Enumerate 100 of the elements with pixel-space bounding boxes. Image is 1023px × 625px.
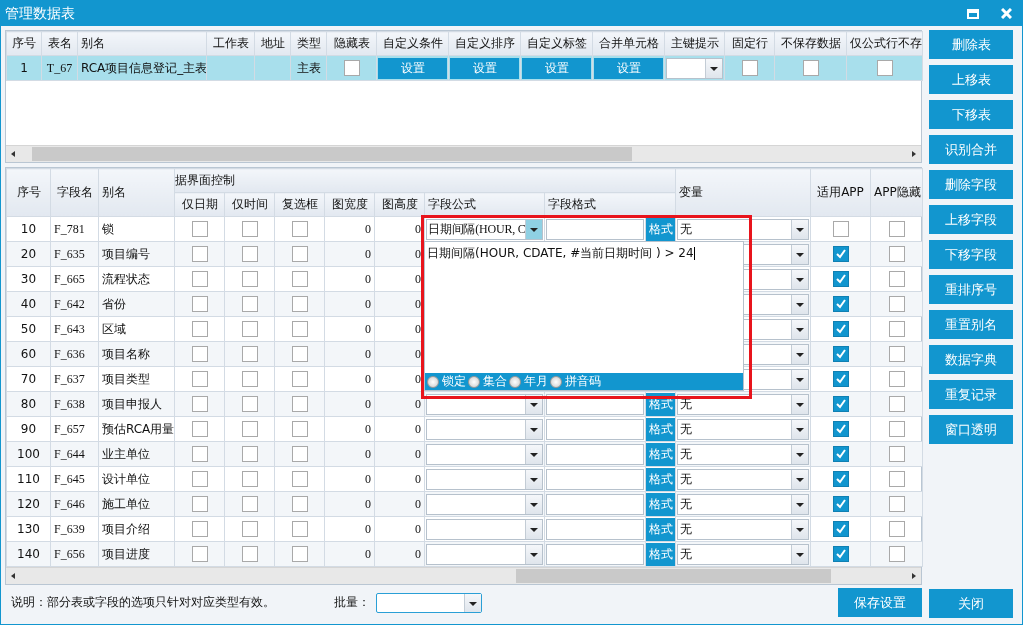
checkbox[interactable] <box>888 321 905 337</box>
format-field[interactable] <box>546 543 644 565</box>
checkbox[interactable] <box>291 396 308 412</box>
checkbox[interactable] <box>888 221 905 237</box>
checkbox[interactable] <box>191 521 208 537</box>
format-field[interactable] <box>546 493 644 515</box>
checkbox[interactable] <box>832 346 849 362</box>
checkbox[interactable] <box>888 546 905 562</box>
checkbox[interactable] <box>876 60 893 76</box>
save-button[interactable]: 保存设置 <box>838 588 922 617</box>
checkbox[interactable] <box>832 221 849 237</box>
checkbox[interactable] <box>191 246 208 262</box>
checkbox[interactable] <box>888 296 905 312</box>
checkbox[interactable] <box>291 496 308 512</box>
side-button[interactable]: 下移表 <box>929 100 1013 129</box>
checkbox[interactable] <box>888 396 905 412</box>
radio-option[interactable]: 集合 <box>468 373 507 390</box>
side-button[interactable]: 上移字段 <box>929 205 1013 234</box>
checkbox[interactable] <box>832 271 849 287</box>
close-button[interactable]: 关闭 <box>929 589 1013 618</box>
variable-dropdown[interactable]: 无 <box>677 393 809 415</box>
checkbox[interactable] <box>888 421 905 437</box>
checkbox[interactable] <box>832 321 849 337</box>
checkbox[interactable] <box>241 471 258 487</box>
checkbox[interactable] <box>343 60 360 76</box>
checkbox[interactable] <box>832 296 849 312</box>
side-button[interactable]: 数据字典 <box>929 345 1013 374</box>
checkbox[interactable] <box>291 546 308 562</box>
checkbox[interactable] <box>191 271 208 287</box>
checkbox[interactable] <box>291 221 308 237</box>
format-button[interactable]: 格式 <box>646 517 675 541</box>
checkbox[interactable] <box>888 371 905 387</box>
side-button[interactable]: 上移表 <box>929 65 1013 94</box>
checkbox[interactable] <box>191 371 208 387</box>
format-field[interactable] <box>546 418 644 440</box>
side-button[interactable]: 删除字段 <box>929 170 1013 199</box>
checkbox[interactable] <box>832 371 849 387</box>
checkbox[interactable] <box>291 346 308 362</box>
checkbox[interactable] <box>191 546 208 562</box>
checkbox[interactable] <box>191 321 208 337</box>
checkbox[interactable] <box>241 296 258 312</box>
horizontal-scrollbar[interactable] <box>6 145 921 162</box>
variable-dropdown[interactable]: 无 <box>677 493 809 515</box>
horizontal-scrollbar[interactable] <box>6 567 921 584</box>
checkbox[interactable] <box>291 446 308 462</box>
checkbox[interactable] <box>888 446 905 462</box>
checkbox[interactable] <box>241 546 258 562</box>
formula-dropdown[interactable] <box>426 393 543 415</box>
side-button[interactable]: 识别合并 <box>929 135 1013 164</box>
checkbox[interactable] <box>291 471 308 487</box>
settings-button[interactable]: 设置 <box>594 57 663 79</box>
format-button[interactable]: 格式 <box>646 417 675 441</box>
checkbox[interactable] <box>191 346 208 362</box>
format-field[interactable] <box>546 218 644 240</box>
batch-dropdown[interactable] <box>376 592 482 613</box>
checkbox[interactable] <box>291 421 308 437</box>
checkbox[interactable] <box>241 421 258 437</box>
variable-dropdown[interactable]: 无 <box>677 543 809 565</box>
checkbox[interactable] <box>191 471 208 487</box>
checkbox[interactable] <box>802 60 819 76</box>
variable-dropdown[interactable]: 无 <box>677 443 809 465</box>
key-hint-dropdown[interactable] <box>666 57 723 79</box>
checkbox[interactable] <box>291 521 308 537</box>
variable-dropdown[interactable]: 无 <box>677 218 809 240</box>
format-field[interactable] <box>546 468 644 490</box>
checkbox[interactable] <box>241 521 258 537</box>
checkbox[interactable] <box>241 346 258 362</box>
formula-dropdown-menu[interactable]: 日期间隔(HOUR, CDATE, #当前日期时间 ) > 24 锁定 集合 年月 拼音码 <box>424 241 744 391</box>
side-button[interactable]: 重排序号 <box>929 275 1013 304</box>
checkbox[interactable] <box>241 446 258 462</box>
close-icon[interactable] <box>1001 8 1012 19</box>
checkbox[interactable] <box>191 396 208 412</box>
format-button[interactable]: 格式 <box>646 492 675 516</box>
variable-dropdown[interactable]: 无 <box>677 418 809 440</box>
checkbox[interactable] <box>888 271 905 287</box>
checkbox[interactable] <box>291 271 308 287</box>
side-button[interactable]: 删除表 <box>929 30 1013 59</box>
checkbox[interactable] <box>832 471 849 487</box>
checkbox[interactable] <box>832 421 849 437</box>
checkbox[interactable] <box>741 60 758 76</box>
checkbox[interactable] <box>191 421 208 437</box>
checkbox[interactable] <box>888 471 905 487</box>
settings-button[interactable]: 设置 <box>378 57 447 79</box>
radio-option[interactable]: 年月 <box>509 373 548 390</box>
checkbox[interactable] <box>291 246 308 262</box>
format-button[interactable]: 格式 <box>646 467 675 491</box>
format-field[interactable] <box>546 393 644 415</box>
side-button[interactable]: 重置别名 <box>929 310 1013 339</box>
format-field[interactable] <box>546 518 644 540</box>
variable-dropdown[interactable]: 无 <box>677 468 809 490</box>
checkbox[interactable] <box>832 446 849 462</box>
format-button[interactable]: 格式 <box>646 217 675 241</box>
settings-button[interactable]: 设置 <box>522 57 591 79</box>
checkbox[interactable] <box>291 321 308 337</box>
format-field[interactable] <box>546 443 644 465</box>
checkbox[interactable] <box>888 246 905 262</box>
checkbox[interactable] <box>832 396 849 412</box>
checkbox[interactable] <box>291 371 308 387</box>
checkbox[interactable] <box>241 246 258 262</box>
format-button[interactable]: 格式 <box>646 442 675 466</box>
